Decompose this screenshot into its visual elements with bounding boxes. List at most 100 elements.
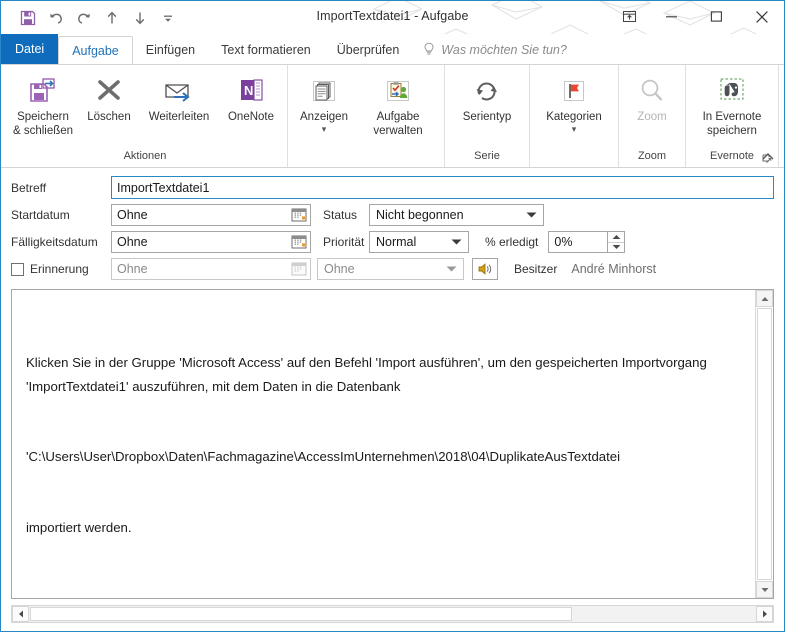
calendar-picker-icon[interactable] — [291, 261, 307, 277]
ribbon-group-microsoft-access: A Import ausführen Microsoft Access — [778, 65, 784, 167]
scroll-right-arrow-icon[interactable] — [756, 606, 773, 622]
tab-text-formatieren[interactable]: Text formatieren — [208, 35, 324, 64]
notes-spacer-1 — [26, 586, 745, 598]
chevron-down-icon — [526, 212, 537, 218]
ribbon-group-zoom-label: Zoom — [637, 150, 667, 162]
reminder-checkbox[interactable] — [11, 262, 24, 276]
notes-scroll-thumb[interactable] — [757, 308, 772, 580]
svg-text:N: N — [244, 83, 253, 98]
tab-ueberpruefen[interactable]: Überprüfen — [324, 35, 413, 64]
window-controls — [609, 1, 784, 32]
forward-label: Weiterleiten — [148, 111, 210, 123]
reminder-date-input[interactable]: Ohne — [111, 258, 311, 280]
reminder-time-select[interactable]: Ohne — [317, 258, 464, 280]
lightbulb-icon — [424, 42, 434, 55]
ribbon-group-aktionen: Speichern & schließen Löschen Weiterleit… — [3, 65, 287, 167]
task-window: ImportTextdatei1 - Aufgabe Datei Aufgabe… — [0, 0, 785, 632]
calendar-picker-icon[interactable] — [291, 207, 307, 223]
reminder-sound-icon — [478, 263, 492, 275]
percent-complete-stepper[interactable]: 0% — [548, 231, 626, 253]
tab-datei[interactable]: Datei — [1, 34, 59, 64]
tab-aufgabe[interactable]: Aufgabe — [58, 36, 133, 64]
horizontal-scroll-track[interactable] — [573, 606, 756, 622]
delete-x-icon — [89, 73, 129, 109]
save-to-evernote-button[interactable]: In Evernote speichern — [690, 69, 774, 138]
forward-envelope-icon — [159, 73, 199, 109]
tab-einfuegen[interactable]: Einfügen — [133, 35, 208, 64]
reminder-sound-button[interactable] — [472, 258, 498, 280]
delete-label: Löschen — [87, 111, 131, 123]
percent-complete-input[interactable]: 0% — [548, 231, 609, 253]
subject-value: ImportTextdatei1 — [117, 180, 210, 195]
task-notes-body[interactable]: Klicken Sie in der Gruppe 'Microsoft Acc… — [12, 290, 755, 598]
ribbon-group-zoom: Zoom Zoom — [618, 65, 685, 167]
chevron-down-icon — [446, 266, 457, 272]
calendar-picker-icon[interactable] — [291, 234, 307, 250]
reminder-row: Erinnerung Ohne Ohne Besitzer André Minh… — [11, 258, 774, 280]
zoom-label: Zoom — [637, 111, 667, 123]
ribbon-tab-strip: Datei Aufgabe Einfügen Text formatieren … — [1, 34, 784, 65]
evernote-elephant-icon — [712, 73, 752, 109]
recurrence-button[interactable]: Serientyp — [449, 69, 525, 125]
ribbon-group-serie-label: Serie — [474, 150, 500, 162]
save-and-close-icon — [23, 73, 63, 109]
reminder-checkbox-group[interactable]: Erinnerung — [11, 262, 111, 276]
save-to-evernote-label: In Evernote speichern — [702, 111, 762, 137]
manage-task-icon — [378, 73, 418, 109]
status-value: Nicht begonnen — [376, 208, 464, 222]
tell-me-search[interactable]: Was möchten Sie tun? — [412, 35, 577, 64]
delete-button[interactable]: Löschen — [79, 69, 139, 125]
status-select[interactable]: Nicht begonnen — [369, 204, 544, 226]
start-date-row: Startdatum Ohne Status Nicht begonnen — [11, 204, 774, 226]
due-date-input[interactable]: Ohne — [111, 231, 311, 253]
subject-input[interactable]: ImportTextdatei1 — [111, 176, 774, 199]
start-date-value: Ohne — [117, 208, 148, 222]
scroll-left-arrow-icon[interactable] — [12, 606, 29, 622]
due-date-row: Fälligkeitsdatum Ohne Priorität Normal %… — [11, 231, 774, 253]
task-form: Betreff ImportTextdatei1 Startdatum Ohne… — [1, 168, 784, 285]
spin-down-icon[interactable] — [608, 241, 625, 253]
manage-task-button[interactable]: Aufgabe verwalten — [356, 69, 440, 138]
chevron-down-icon[interactable]: ▾ — [572, 124, 577, 133]
priority-select[interactable]: Normal — [369, 231, 469, 253]
title-bar: ImportTextdatei1 - Aufgabe — [1, 1, 784, 34]
categories-label: Kategorien — [546, 111, 602, 123]
reminder-date-value: Ohne — [117, 262, 148, 276]
forward-button[interactable]: Weiterleiten — [139, 69, 219, 125]
tell-me-label: Was möchten Sie tun? — [441, 42, 567, 57]
notes-vertical-scrollbar[interactable] — [755, 290, 773, 598]
notes-horizontal-scrollbar[interactable] — [11, 605, 774, 623]
onenote-icon: N — [231, 73, 271, 109]
ribbon-group-aktionen-label: Aktionen — [123, 150, 167, 162]
show-button[interactable]: Anzeigen ▾ — [292, 69, 356, 133]
close-icon[interactable] — [739, 1, 784, 32]
tab-einfuegen-label: Einfügen — [145, 42, 196, 57]
percent-complete-spin-buttons[interactable] — [608, 231, 626, 253]
chevron-down-icon — [451, 239, 462, 245]
zoom-button[interactable]: Zoom — [623, 69, 681, 125]
priority-value: Normal — [376, 235, 417, 249]
onenote-button[interactable]: N OneNote — [219, 69, 283, 125]
start-date-input[interactable]: Ohne — [111, 204, 311, 226]
scroll-up-arrow-icon[interactable] — [756, 290, 773, 307]
ribbon-display-options-icon[interactable] — [609, 1, 649, 32]
tab-datei-label: Datei — [15, 42, 45, 56]
chevron-down-icon[interactable]: ▾ — [322, 124, 327, 133]
maximize-icon[interactable] — [694, 1, 739, 32]
horizontal-scroll-thumb[interactable] — [30, 607, 572, 621]
spin-up-icon[interactable] — [608, 232, 624, 242]
show-pages-icon — [304, 73, 344, 109]
ribbon-group-anzeigen: Anzeigen ▾ Aufgabe verwalten — [287, 65, 444, 167]
tab-ueberpruefen-label: Überprüfen — [336, 42, 400, 57]
ribbon-group-kategorien-label — [534, 149, 614, 167]
collapse-ribbon-icon[interactable] — [760, 149, 776, 165]
ribbon-group-serie: Serientyp Serie — [444, 65, 529, 167]
save-and-close-button[interactable]: Speichern & schließen — [7, 69, 79, 138]
due-date-value: Ohne — [117, 235, 148, 249]
tab-aufgabe-label: Aufgabe — [72, 43, 119, 58]
task-notes-area[interactable]: Klicken Sie in der Gruppe 'Microsoft Acc… — [11, 289, 774, 599]
scroll-down-arrow-icon[interactable] — [756, 581, 773, 598]
minimize-icon[interactable] — [649, 1, 694, 32]
reminder-time-value: Ohne — [324, 262, 355, 276]
categories-button[interactable]: Kategorien ▾ — [534, 69, 614, 133]
